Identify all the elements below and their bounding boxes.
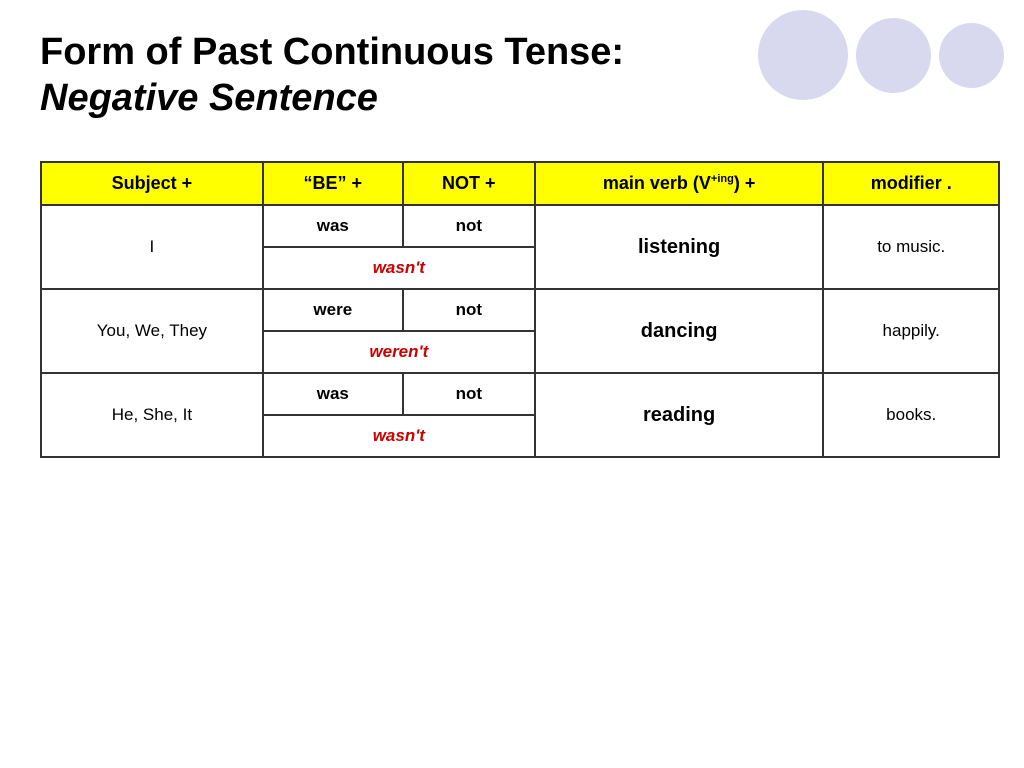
header-verb-sup: +ing (711, 173, 734, 185)
page-title: Form of Past Continuous Tense: Negative … (40, 30, 790, 121)
header-not: NOT + (403, 162, 535, 205)
table-row: He, She, It was not reading books. (41, 373, 999, 415)
subject-he-she-it: He, She, It (41, 373, 263, 457)
header-verb-plus: ) + (734, 173, 756, 193)
not-1: not (403, 205, 535, 247)
header-verb: main verb (V+ing) + (535, 162, 824, 205)
contraction-werent: weren't (263, 331, 535, 373)
decorative-circles (758, 10, 1004, 100)
table-row: I was not listening to music. (41, 205, 999, 247)
header-subject: Subject + (41, 162, 263, 205)
be-was-3: was (263, 373, 403, 415)
table-row: You, We, They were not dancing happily. (41, 289, 999, 331)
verb-dancing: dancing (535, 289, 824, 373)
modifier-music: to music. (823, 205, 999, 289)
be-were: were (263, 289, 403, 331)
verb-reading: reading (535, 373, 824, 457)
circle-1 (758, 10, 848, 100)
header-verb-text: main verb (V (603, 173, 711, 193)
modifier-books: books. (823, 373, 999, 457)
subject-i: I (41, 205, 263, 289)
not-2: not (403, 289, 535, 331)
header-be: “BE” + (263, 162, 403, 205)
not-3: not (403, 373, 535, 415)
subject-you-we-they: You, We, They (41, 289, 263, 373)
contraction-wasnt-3: wasn't (263, 415, 535, 457)
circle-3 (939, 23, 1004, 88)
title-line1: Form of Past Continuous Tense: (40, 31, 624, 73)
contraction-wasnt: wasn't (263, 247, 535, 289)
page-container: Form of Past Continuous Tense: Negative … (0, 0, 1024, 768)
table-header-row: Subject + “BE” + NOT + main verb (V+ing)… (41, 162, 999, 205)
circle-2 (856, 18, 931, 93)
modifier-happily: happily. (823, 289, 999, 373)
be-was-1: was (263, 205, 403, 247)
header-modifier: modifier . (823, 162, 999, 205)
verb-listening: listening (535, 205, 824, 289)
grammar-table: Subject + “BE” + NOT + main verb (V+ing)… (40, 161, 1000, 458)
title-line2: Negative Sentence (40, 77, 378, 119)
